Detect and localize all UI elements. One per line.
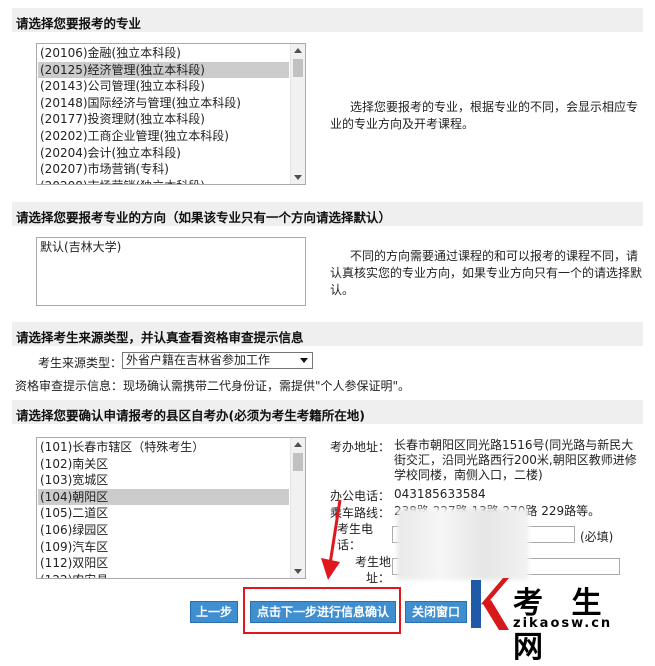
privacy-blur <box>397 508 529 580</box>
scroll-thumb[interactable] <box>293 59 303 77</box>
list-item[interactable]: (102)南关区 <box>38 456 289 473</box>
highlight-box <box>243 587 401 634</box>
office-address-label: 考办地址： <box>330 440 391 454</box>
major-section-header: 请选择您要报考的专业 <box>12 8 643 32</box>
office-list-scrollbar[interactable] <box>290 438 305 578</box>
list-item[interactable]: (20148)国际经济与管理(独立本科段) <box>38 95 289 112</box>
source-type-value: 外省户籍在吉林省参加工作 <box>126 353 271 367</box>
source-type-label: 考生来源类型： <box>38 356 123 370</box>
list-item[interactable]: 默认(吉林大学) <box>38 239 303 256</box>
list-item[interactable]: (122)农安县 <box>38 572 289 578</box>
brand-watermark: 考 生 网 zikaosw.cn <box>469 574 651 665</box>
pointer-arrow-icon <box>321 499 342 580</box>
list-item[interactable]: (109)汽车区 <box>38 539 289 556</box>
office-section-header: 请选择您要确认申请报考的县区自考办(必须为考生考籍所在地) <box>12 400 643 424</box>
list-item[interactable]: (101)长春市辖区（特殊考生） <box>38 439 289 456</box>
source-type-select[interactable]: 外省户籍在吉林省参加工作 <box>122 352 313 369</box>
office-list-items: (101)长春市辖区（特殊考生） (102)南关区 (103)宽城区 (104)朝阳区… <box>38 439 289 578</box>
list-item[interactable]: (20106)金融(独立本科段) <box>38 45 289 62</box>
list-item[interactable]: (20202)工商企业管理(独立本科段) <box>38 128 289 145</box>
scroll-thumb[interactable] <box>293 453 303 471</box>
prev-step-button[interactable]: 上一步 <box>190 601 238 623</box>
direction-listbox[interactable]: 默认(吉林大学) <box>36 237 306 306</box>
list-item[interactable]: (20143)公司管理(独立本科段) <box>38 78 289 95</box>
scroll-up-icon[interactable] <box>294 48 302 53</box>
office-listbox[interactable]: (101)长春市辖区（特殊考生） (102)南关区 (103)宽城区 (104)朝阳区… <box>36 437 306 579</box>
list-item[interactable]: (20177)投资理财(独立本科段) <box>38 111 289 128</box>
major-list-items: (20106)金融(独立本科段) (20125)经济管理(独立本科段) (20143… <box>38 45 289 184</box>
direction-list-items: 默认(吉林大学) <box>38 239 303 256</box>
major-listbox[interactable]: (20106)金融(独立本科段) (20125)经济管理(独立本科段) (20143… <box>36 43 306 185</box>
chevron-down-icon <box>300 358 308 363</box>
direction-description: 不同的方向需要通过课程的和可以报考的课程不同，请认真核实您的专业方向，如果专业方… <box>330 249 643 297</box>
brand-domain: zikaosw.cn <box>513 616 613 631</box>
scroll-down-icon[interactable] <box>294 175 302 180</box>
required-note: (必填) <box>580 530 614 544</box>
brand-k-logo-icon <box>471 578 509 630</box>
list-item[interactable]: (104)朝阳区 <box>38 488 289 506</box>
list-item[interactable]: (105)二道区 <box>38 505 289 522</box>
major-list-scrollbar[interactable] <box>290 44 305 184</box>
list-item[interactable]: (112)双阳区 <box>38 555 289 572</box>
examinee-address-label-cont: 址： <box>366 571 391 585</box>
examinee-address-label: 考生地 <box>355 555 392 569</box>
list-item[interactable]: (106)绿园区 <box>38 522 289 539</box>
close-window-button[interactable]: 关闭窗口 <box>405 601 467 623</box>
scroll-down-icon[interactable] <box>294 569 302 574</box>
list-item[interactable]: (20207)市场营销(专科) <box>38 161 289 178</box>
list-item[interactable]: (20125)经济管理(独立本科段) <box>38 61 289 79</box>
scroll-up-icon[interactable] <box>294 442 302 447</box>
office-phone-value: 043185633584 <box>394 487 486 501</box>
list-item[interactable]: (20208)市场营销(独立本科段) <box>38 178 289 184</box>
list-item[interactable]: (20204)会计(独立本科段) <box>38 145 289 162</box>
source-section-header: 请选择考生来源类型，并认真查看资格审查提示信息 <box>12 322 643 346</box>
list-item[interactable]: (103)宽城区 <box>38 472 289 489</box>
qualification-hint: 资格审查提示信息：现场确认需携带二代身份证，需提供"个人参保证明"。 <box>15 379 411 393</box>
major-description: 选择您要报考的专业，根据专业的不同，会显示相应专业的专业方向及开考课程。 <box>330 100 639 131</box>
direction-section-header: 请选择您要报考专业的方向（如果该专业只有一个方向请选择默认） <box>12 202 643 226</box>
office-address-value: 长春市朝阳区同光路1516号(同光路与新民大街交汇，沿同光路西行200米,朝阳区… <box>394 438 637 482</box>
